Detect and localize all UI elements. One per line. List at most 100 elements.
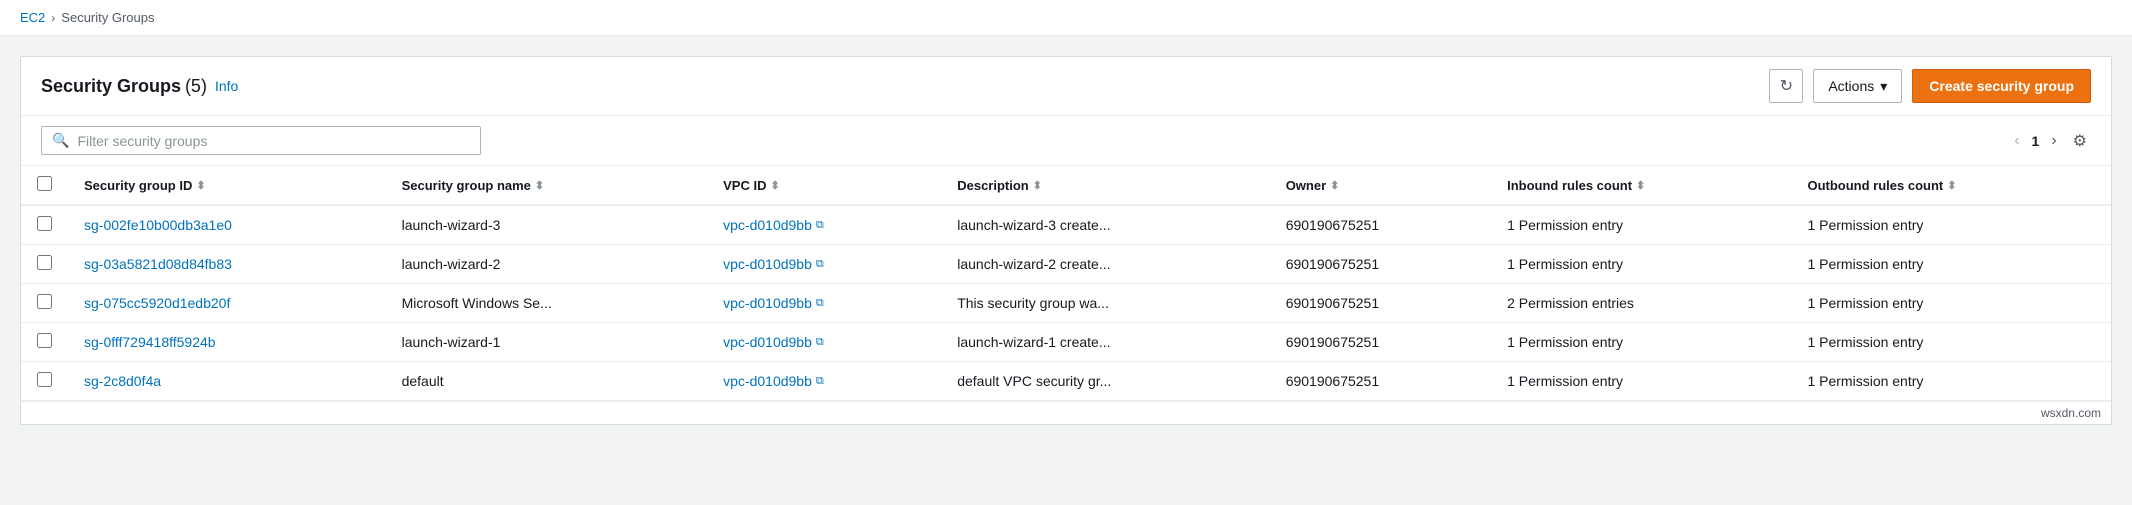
inbound-value: 1 Permission entry — [1507, 256, 1623, 272]
sg-name-cell: default — [386, 362, 708, 401]
description-value: default VPC security gr... — [957, 373, 1111, 389]
breadcrumb-separator: › — [51, 11, 55, 25]
chevron-down-icon: ▾ — [1880, 78, 1887, 95]
inbound-cell: 1 Permission entry — [1491, 323, 1791, 362]
select-all-checkbox[interactable] — [37, 176, 52, 191]
table-row: sg-2c8d0f4a default vpc-d010d9bb ⧉ defau… — [21, 362, 2111, 401]
col-header-owner: Owner ⬍ — [1270, 166, 1491, 205]
description-value: launch-wizard-2 create... — [957, 256, 1110, 272]
vpc-id-link[interactable]: vpc-d010d9bb ⧉ — [723, 373, 925, 389]
inbound-cell: 1 Permission entry — [1491, 245, 1791, 284]
vpc-id-link[interactable]: vpc-d010d9bb ⧉ — [723, 334, 925, 350]
row-checkbox[interactable] — [37, 372, 52, 387]
description-value: launch-wizard-1 create... — [957, 334, 1110, 350]
breadcrumb: EC2 › Security Groups — [0, 0, 2132, 36]
vpc-id-value: vpc-d010d9bb — [723, 334, 812, 350]
sg-id-link[interactable]: sg-075cc5920d1edb20f — [84, 295, 230, 311]
vpc-id-cell: vpc-d010d9bb ⧉ — [707, 323, 941, 362]
outbound-value: 1 Permission entry — [1807, 295, 1923, 311]
row-checkbox[interactable] — [37, 255, 52, 270]
search-box[interactable]: 🔍 — [41, 126, 481, 155]
sg-id-link[interactable]: sg-0fff729418ff5924b — [84, 334, 216, 350]
table-header-row: Security group ID ⬍ Security group name … — [21, 166, 2111, 205]
outbound-value: 1 Permission entry — [1807, 217, 1923, 233]
row-checkbox-cell — [21, 245, 68, 284]
search-icon: 🔍 — [52, 132, 69, 149]
vpc-id-value: vpc-d010d9bb — [723, 217, 812, 233]
sg-name-cell: launch-wizard-3 — [386, 205, 708, 245]
row-checkbox-cell — [21, 362, 68, 401]
outbound-cell: 1 Permission entry — [1791, 362, 2111, 401]
col-header-sg-name: Security group name ⬍ — [386, 166, 708, 205]
table-row: sg-002fe10b00db3a1e0 launch-wizard-3 vpc… — [21, 205, 2111, 245]
owner-cell: 690190675251 — [1270, 245, 1491, 284]
sg-name-value: launch-wizard-1 — [402, 334, 501, 350]
sg-id-link[interactable]: sg-002fe10b00db3a1e0 — [84, 217, 232, 233]
vpc-id-cell: vpc-d010d9bb ⧉ — [707, 284, 941, 323]
sg-name-value: launch-wizard-3 — [402, 217, 501, 233]
external-link-icon: ⧉ — [816, 336, 824, 349]
sg-name-cell: launch-wizard-1 — [386, 323, 708, 362]
row-checkbox[interactable] — [37, 333, 52, 348]
select-all-header — [21, 166, 68, 205]
owner-cell: 690190675251 — [1270, 323, 1491, 362]
sort-icon-owner: ⬍ — [1330, 179, 1339, 192]
sort-icon-sg-name: ⬍ — [535, 179, 544, 192]
sort-icon-description: ⬍ — [1033, 179, 1042, 192]
actions-button[interactable]: Actions ▾ — [1813, 69, 1902, 103]
next-page-button[interactable]: › — [2045, 130, 2062, 152]
sort-icon-outbound: ⬍ — [1947, 179, 1956, 192]
vpc-id-link[interactable]: vpc-d010d9bb ⧉ — [723, 217, 925, 233]
vpc-id-link[interactable]: vpc-d010d9bb ⧉ — [723, 256, 925, 272]
sg-name-cell: Microsoft Windows Se... — [386, 284, 708, 323]
description-cell: This security group wa... — [941, 284, 1269, 323]
inbound-value: 1 Permission entry — [1507, 373, 1623, 389]
search-input[interactable] — [77, 133, 470, 149]
sg-name-value: Microsoft Windows Se... — [402, 295, 552, 311]
sg-name-cell: launch-wizard-2 — [386, 245, 708, 284]
description-cell: launch-wizard-2 create... — [941, 245, 1269, 284]
owner-value: 690190675251 — [1286, 295, 1379, 311]
vpc-id-value: vpc-d010d9bb — [723, 373, 812, 389]
prev-page-button[interactable]: ‹ — [2008, 130, 2025, 152]
inbound-cell: 1 Permission entry — [1491, 205, 1791, 245]
external-link-icon: ⧉ — [816, 297, 824, 310]
breadcrumb-ec2[interactable]: EC2 — [20, 10, 45, 25]
outbound-value: 1 Permission entry — [1807, 373, 1923, 389]
sort-icon-inbound: ⬍ — [1636, 179, 1645, 192]
bottom-bar: wsxdn.com — [21, 401, 2111, 424]
actions-label: Actions — [1828, 78, 1874, 94]
row-checkbox[interactable] — [37, 216, 52, 231]
sg-id-cell: sg-002fe10b00db3a1e0 — [68, 205, 386, 245]
sg-id-link[interactable]: sg-03a5821d08d84fb83 — [84, 256, 232, 272]
inbound-value: 1 Permission entry — [1507, 334, 1623, 350]
sg-id-cell: sg-03a5821d08d84fb83 — [68, 245, 386, 284]
settings-button[interactable]: ⚙ — [2069, 127, 2091, 155]
vpc-id-cell: vpc-d010d9bb ⧉ — [707, 245, 941, 284]
create-security-group-button[interactable]: Create security group — [1912, 69, 2091, 103]
refresh-icon: ↻ — [1780, 76, 1793, 96]
owner-value: 690190675251 — [1286, 217, 1379, 233]
external-link-icon: ⧉ — [816, 219, 824, 232]
description-value: launch-wizard-3 create... — [957, 217, 1110, 233]
col-header-outbound: Outbound rules count ⬍ — [1791, 166, 2111, 205]
vpc-id-link[interactable]: vpc-d010d9bb ⧉ — [723, 295, 925, 311]
info-link[interactable]: Info — [215, 78, 238, 94]
brand-watermark: wsxdn.com — [2041, 406, 2101, 420]
description-value: This security group wa... — [957, 295, 1109, 311]
sg-name-value: default — [402, 373, 444, 389]
description-cell: launch-wizard-1 create... — [941, 323, 1269, 362]
row-checkbox-cell — [21, 205, 68, 245]
row-checkbox[interactable] — [37, 294, 52, 309]
col-header-sg-id: Security group ID ⬍ — [68, 166, 386, 205]
sg-name-value: launch-wizard-2 — [402, 256, 501, 272]
breadcrumb-current: Security Groups — [61, 10, 154, 25]
sort-icon-vpc-id: ⬍ — [770, 179, 779, 192]
description-cell: launch-wizard-3 create... — [941, 205, 1269, 245]
refresh-button[interactable]: ↻ — [1769, 69, 1803, 103]
owner-value: 690190675251 — [1286, 256, 1379, 272]
row-checkbox-cell — [21, 323, 68, 362]
sg-id-cell: sg-075cc5920d1edb20f — [68, 284, 386, 323]
sg-id-link[interactable]: sg-2c8d0f4a — [84, 373, 161, 389]
pagination: ‹ 1 › ⚙ — [2008, 127, 2091, 155]
